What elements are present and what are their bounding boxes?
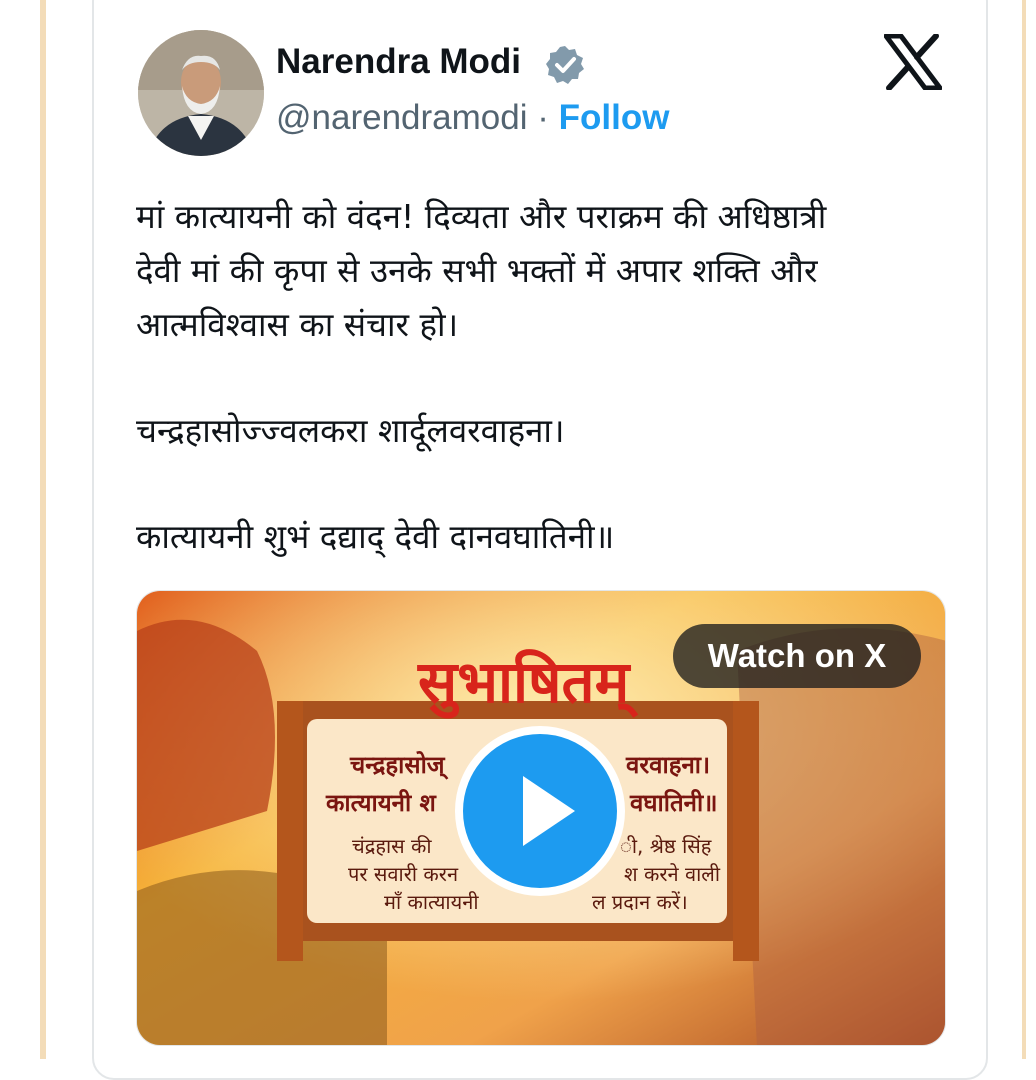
author-handle-row: @narendramodi · Follow	[276, 98, 669, 138]
left-border-decoration	[40, 0, 46, 1059]
tweet-text: मां कात्यायनी को वंदन! दिव्यता और पराक्र…	[136, 190, 956, 564]
tweet-line: चन्द्रहासोज्ज्वलकरा शार्दूलवरवाहना।	[136, 411, 565, 450]
meaning-text: श करने वाली	[624, 862, 720, 886]
tweet-line: देवी मां की कृपा से उनके सभी भक्तों में …	[136, 251, 818, 290]
separator-dot: ·	[527, 98, 559, 137]
x-logo-icon[interactable]	[884, 34, 942, 90]
author-name[interactable]: Narendra Modi	[276, 42, 521, 82]
meaning-text: माँ कात्यायनी	[384, 890, 479, 914]
verse-text: वरवाहना।	[626, 751, 711, 779]
tweet-line: आत्मविश्वास का संचार हो।	[136, 305, 459, 344]
verified-badge-icon	[546, 46, 584, 84]
author-handle[interactable]: @narendramodi	[276, 98, 528, 137]
meaning-text: चंद्रहास की	[352, 834, 432, 858]
tweet-line: मां कात्यायनी को वंदन! दिव्यता और पराक्र…	[136, 197, 827, 236]
author-avatar[interactable]	[138, 30, 264, 156]
verse-text: वघातिनी॥	[630, 789, 718, 817]
banner-title: सुभाषितम्	[418, 648, 630, 716]
verse-text: कात्यायनी श	[326, 789, 436, 817]
play-icon	[523, 776, 575, 846]
tweet-line: कात्यायनी शुभं दद्याद् देवी दानवघातिनी॥	[136, 517, 615, 556]
right-border-decoration	[1022, 0, 1026, 1059]
watch-on-x-button[interactable]: Watch on X	[673, 624, 921, 688]
follow-button[interactable]: Follow	[559, 98, 670, 137]
play-button[interactable]	[455, 726, 625, 896]
meaning-text: ी, श्रेष्ठ सिंह	[620, 834, 712, 858]
verse-text: चन्द्रहासोज्	[350, 751, 445, 779]
meaning-text: ल प्रदान करें।	[592, 890, 688, 914]
meaning-text: पर सवारी करन	[348, 862, 459, 886]
